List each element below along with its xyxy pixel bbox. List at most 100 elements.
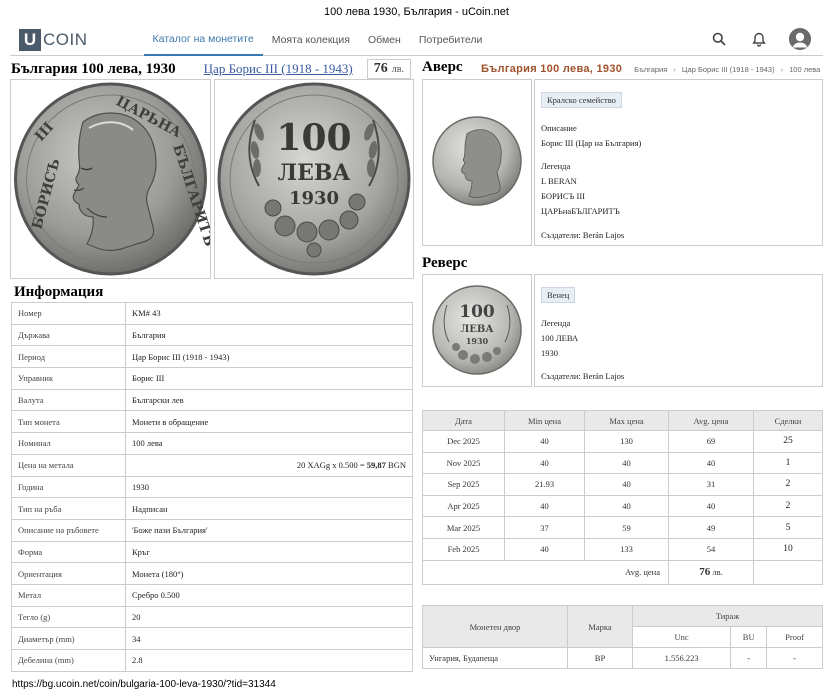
info-value: 2.8	[125, 649, 413, 672]
deals-cell: 2	[753, 473, 823, 496]
coin-price-value: 76	[373, 61, 388, 76]
info-value: Цар Борис III (1918 - 1943)	[125, 345, 413, 369]
table-row: Година 1930	[11, 475, 413, 499]
obverse-legend-line: ЦАРЬнаБЪЛГАРИТЪ	[541, 206, 620, 216]
obverse-creators: Създатели: Berán Lajos	[541, 230, 625, 240]
col-avg-price[interactable]: Avg. цена	[668, 410, 754, 431]
ucoin-logo[interactable]: U COIN	[19, 28, 88, 51]
table-row[interactable]: Sep 2025 21.93 40 31 2	[422, 473, 823, 496]
table-row: Ориентация Монета (180°)	[11, 562, 413, 585]
user-avatar-icon[interactable]	[789, 28, 811, 50]
metal-price-value: 20 XAGg x 0.500 = 59,87 BGN	[125, 453, 413, 477]
nav-catalog[interactable]: Каталог на монетите	[143, 24, 263, 56]
table-row: Валута Български лев	[11, 388, 413, 412]
breadcrumb-title: България 100 лева, 1930	[481, 63, 623, 75]
reverse-legend-label: Легенда	[541, 318, 571, 328]
info-value: 20	[125, 605, 413, 629]
logo-letter: U	[19, 28, 41, 51]
info-key: Диаметър (mm)	[11, 627, 126, 650]
mint-mark: BP	[567, 647, 633, 669]
price-cell: Apr 2025	[422, 494, 505, 518]
info-key: Валута	[11, 388, 126, 412]
price-cell: Sep 2025	[422, 473, 505, 496]
reverse-tag-label: Венец	[541, 287, 576, 304]
obverse-thumb[interactable]	[422, 79, 532, 246]
mintage-table: Монетен двор Марка Тираж Unc BU Proof Ун…	[422, 605, 823, 669]
breadcrumb: България 100 лева, 1930 България › Цар Б…	[481, 63, 820, 75]
table-row: Диаметър (mm) 34	[11, 627, 413, 650]
breadcrumb-separator: ›	[673, 65, 676, 74]
nav-exchange[interactable]: Обмен	[359, 24, 410, 56]
obverse-legend-line: L BERAN	[541, 176, 577, 186]
main-nav: Каталог на монетите Моята колекция Обмен…	[143, 24, 492, 56]
breadcrumb-period[interactable]: Цар Борис III (1918 - 1943)	[682, 65, 775, 74]
reverse-thumb[interactable]: 100 ЛЕВА 1930	[422, 274, 532, 387]
info-key: Тегло (g)	[11, 605, 126, 629]
col-date[interactable]: Дата	[422, 410, 505, 431]
obverse-photo[interactable]: БОРИСЪ III ЦАРЬНА БЪЛГАРИТЪ	[10, 79, 217, 279]
col-bu: BU	[730, 626, 768, 648]
table-row[interactable]: Apr 2025 40 40 40 2	[422, 494, 823, 518]
reverse-unit-text: ЛЕВА	[278, 160, 351, 186]
table-header-row: Дата Min цена Max цена Avg. цена Сделки	[422, 410, 823, 431]
bell-icon[interactable]	[749, 29, 769, 49]
breadcrumb-separator: ›	[780, 65, 784, 74]
col-unc: Unc	[631, 626, 732, 648]
price-cell: Mar 2025	[422, 516, 505, 539]
reverse-thumb-year: 1930	[466, 336, 489, 346]
metal-price-currency: BGN	[388, 460, 406, 471]
price-cell: 49	[668, 516, 754, 539]
price-cell: 130	[584, 430, 669, 453]
price-cell: 40	[584, 451, 669, 475]
metal-price-amount: 59,87	[366, 460, 386, 471]
info-value: България	[125, 323, 413, 347]
obverse-desc-label: Описание	[541, 123, 577, 133]
table-row[interactable]: Nov 2025 40 40 40 1	[422, 451, 823, 475]
col-max-price[interactable]: Max цена	[584, 410, 669, 431]
table-row[interactable]: Feb 2025 40 133 54 10	[422, 537, 823, 561]
reverse-photo[interactable]: 100 ЛЕВА 1930	[214, 79, 414, 279]
search-icon[interactable]	[709, 29, 729, 49]
info-value: Сребро 0.500	[125, 583, 413, 607]
coin-headline: България 100 лева, 1930 Цар Борис III (1…	[11, 59, 411, 79]
reverse-thumb-unit: ЛЕВА	[460, 324, 494, 335]
avg-price-value-cell: 76 лв.	[668, 559, 754, 585]
price-cell: 40	[584, 473, 669, 496]
breadcrumb-country[interactable]: България	[634, 65, 667, 74]
table-row: Тип на ръба Надписан	[11, 497, 413, 520]
status-bar-url: https://bg.ucoin.net/coin/bulgaria-100-l…	[12, 679, 276, 690]
coin-title: България 100 лева, 1930	[11, 60, 176, 77]
table-row[interactable]: Dec 2025 40 130 69 25	[422, 430, 823, 453]
price-cell: 40	[668, 494, 754, 518]
price-cell: Nov 2025	[422, 451, 505, 475]
price-cell: 40	[584, 494, 669, 518]
info-key: Управник	[11, 367, 126, 390]
price-cell: 59	[584, 516, 669, 539]
price-cell: 40	[504, 494, 585, 518]
info-value: 1930	[125, 475, 413, 499]
info-value: Монети в обращение	[125, 410, 413, 434]
table-row[interactable]: Mar 2025 37 59 49 5	[422, 516, 823, 539]
price-cell: Feb 2025	[422, 537, 505, 561]
col-min-price[interactable]: Min цена	[504, 410, 585, 431]
obverse-tag[interactable]: Кралско семейство	[541, 92, 622, 109]
reverse-legend-line: 1930	[541, 348, 558, 358]
nav-users[interactable]: Потребители	[410, 24, 492, 56]
ruler-link[interactable]: Цар Борис III (1918 - 1943)	[204, 61, 353, 77]
info-value: Кръг	[125, 540, 413, 564]
obverse-legend-line: БОРИСЪ III	[541, 191, 586, 201]
breadcrumb-denomination[interactable]: 100 лева	[789, 65, 820, 74]
reverse-tag[interactable]: Венец	[541, 287, 576, 304]
table-row: Метал Сребро 0.500	[11, 583, 413, 607]
window-title: 100 лева 1930, България - uCoin.net	[324, 6, 509, 18]
info-heading: Информация	[14, 284, 104, 300]
table-row[interactable]: Унгария, Будапеща BP 1.556.223 - -	[422, 647, 823, 669]
info-table: Номер KM# 43 Държава България Период Цар Бо…	[11, 302, 413, 672]
info-key: Метал	[11, 583, 126, 607]
nav-my-collection[interactable]: Моята колекция	[263, 24, 359, 56]
col-proof: Proof	[766, 626, 823, 648]
info-value: 'Боже пази България'	[125, 518, 413, 542]
price-cell: Dec 2025	[422, 430, 505, 453]
col-deals[interactable]: Сделки	[753, 410, 823, 431]
avg-price-currency: лв.	[712, 567, 723, 578]
